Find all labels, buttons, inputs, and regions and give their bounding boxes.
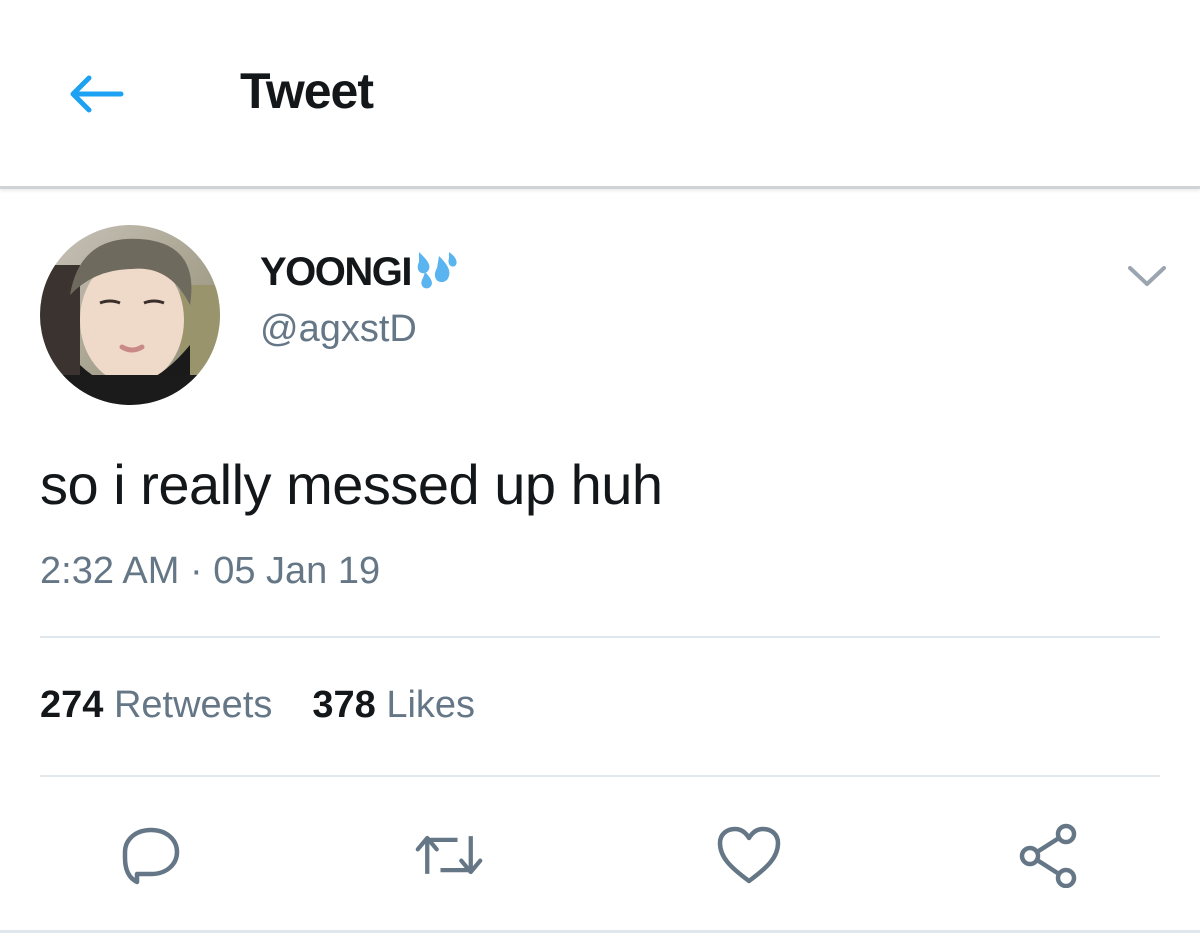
share-icon — [1019, 823, 1077, 888]
tweet-stats: 274 Retweets 378 Likes — [40, 684, 475, 727]
divider — [40, 775, 1160, 777]
like-button[interactable] — [714, 820, 784, 890]
tweet-time: 2:32 AM — [40, 550, 180, 592]
chevron-down-icon — [1128, 266, 1166, 286]
tweet-menu-button[interactable] — [1124, 256, 1170, 296]
divider — [40, 636, 1160, 638]
share-button[interactable] — [1014, 820, 1084, 890]
arrow-left-icon — [70, 75, 124, 113]
avatar-photo — [40, 225, 220, 405]
bottom-divider — [0, 930, 1200, 933]
retweet-icon — [415, 835, 483, 875]
retweets-label: Retweets — [113, 684, 273, 726]
retweets-count: 274 — [40, 684, 104, 726]
likes-stat[interactable]: 378 Likes — [312, 684, 475, 727]
heart-icon — [717, 826, 781, 884]
likes-count: 378 — [312, 684, 376, 726]
author-handle[interactable]: @agxstD — [260, 308, 417, 351]
back-button[interactable] — [62, 68, 128, 120]
page-title: Tweet — [240, 63, 374, 119]
timestamp-separator: · — [189, 550, 203, 592]
tweet-timestamp: 2:32 AM · 05 Jan 19 — [40, 550, 380, 593]
tweet-date: 05 Jan 19 — [213, 550, 381, 592]
retweet-button[interactable] — [414, 820, 484, 890]
retweets-stat[interactable]: 274 Retweets — [40, 684, 272, 727]
author-name-row[interactable]: YOONGI — [260, 250, 461, 295]
author-name[interactable]: YOONGI — [260, 250, 413, 295]
avatar[interactable] — [40, 225, 220, 405]
sweat-droplets-icon — [413, 250, 461, 295]
tweet-text: so i really messed up huh — [40, 453, 663, 516]
top-bar: Tweet — [0, 0, 1200, 189]
reply-button[interactable] — [116, 820, 186, 890]
reply-icon — [122, 827, 180, 885]
likes-label: Likes — [386, 684, 476, 726]
